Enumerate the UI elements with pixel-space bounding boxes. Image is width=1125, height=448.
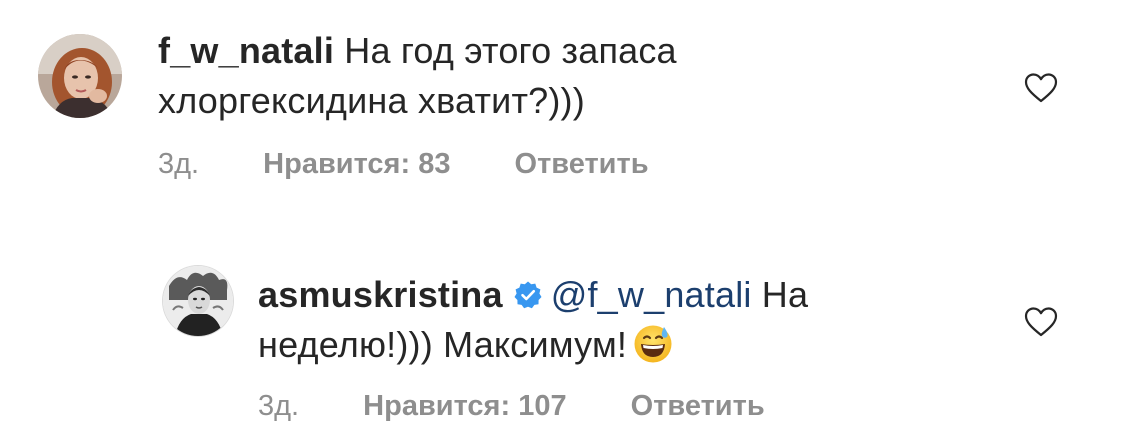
avatar[interactable]	[38, 34, 122, 118]
reply-button[interactable]: Ответить	[515, 148, 649, 180]
comment-text: asmuskristina @f_w_natali На неделю!))) …	[258, 270, 808, 370]
comment-item: f_w_natali На год этого запаса хлоргекси…	[0, 0, 1125, 210]
comment-username[interactable]: f_w_natali	[158, 30, 334, 71]
mention-link[interactable]: @f_w_natali	[551, 274, 752, 315]
comment-body-line-2: хлоргексидина хватит?)))	[158, 80, 585, 121]
avatar[interactable]	[163, 266, 233, 336]
comment-text: f_w_natali На год этого запаса хлоргекси…	[158, 26, 677, 126]
verified-badge-icon	[514, 281, 542, 309]
comment-time: 3д.	[158, 148, 200, 180]
comment-body-line-1: На год этого запаса	[344, 30, 677, 71]
comment-likes[interactable]: Нравится: 83	[263, 148, 450, 180]
comment-body-line-2: неделю!))) Максимум!	[258, 324, 628, 365]
comment-username[interactable]: asmuskristina	[258, 274, 503, 315]
comment-body-line-1: На	[761, 274, 809, 315]
grinning-face-with-sweat-emoji	[634, 325, 672, 363]
comment-meta: 3д. Нравится: 83 Ответить	[158, 148, 705, 181]
comment-meta: 3д. Нравится: 107 Ответить	[258, 390, 821, 423]
heart-outline-icon[interactable]	[1024, 72, 1058, 104]
comment-time: 3д.	[258, 390, 300, 422]
heart-outline-icon[interactable]	[1024, 306, 1058, 338]
comment-likes[interactable]: Нравится: 107	[363, 390, 566, 422]
comment-item: asmuskristina @f_w_natali На неделю!))) …	[0, 210, 1125, 448]
comment-line-1: f_w_natali На год этого запаса	[158, 26, 677, 76]
comment-line-2: неделю!))) Максимум!	[258, 320, 808, 370]
reply-button[interactable]: Ответить	[631, 390, 765, 422]
comment-line-1: asmuskristina @f_w_natali На	[258, 270, 808, 320]
